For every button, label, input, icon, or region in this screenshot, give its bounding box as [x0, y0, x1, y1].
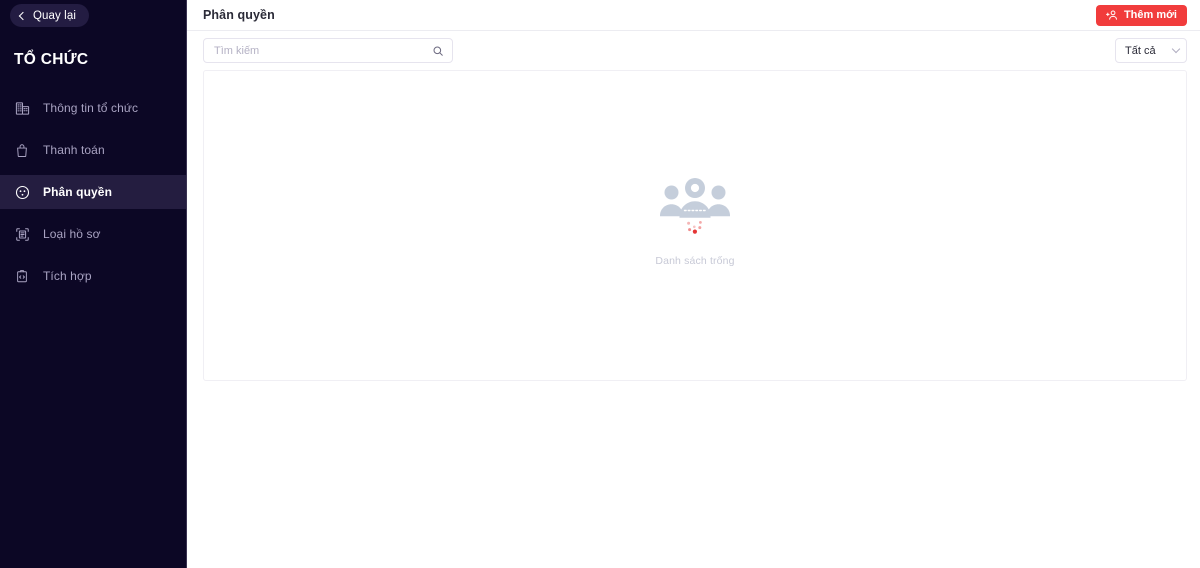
building-icon [14, 100, 30, 116]
toolbar: Tất cả [187, 31, 1200, 70]
back-button[interactable]: Quay lại [10, 4, 89, 27]
add-new-button[interactable]: Thêm mới [1095, 4, 1187, 26]
content-card: Danh sách trống [203, 70, 1187, 381]
sidebar-item-label: Phân quyền [43, 185, 113, 199]
sidebar-item-tich-hop[interactable]: Tích hợp [0, 259, 186, 293]
filter-select[interactable]: Tất cả [1115, 38, 1187, 63]
main-content: Phân quyền Thêm mới Tìm kiếm Tất cả Danh… [187, 0, 1200, 568]
sidebar-item-thanh-toan[interactable]: Thanh toán [0, 133, 186, 167]
empty-people-group-icon [658, 177, 732, 239]
sidebar-nav: Thông tin tổ chức Thanh toán Phân quyền … [0, 91, 186, 293]
page-title: Phân quyền [203, 8, 275, 22]
chevron-down-icon [1171, 44, 1181, 54]
sidebar-item-label: Tích hợp [43, 269, 92, 283]
empty-state: Danh sách trống [655, 177, 735, 267]
document-scan-icon [14, 226, 30, 242]
page-header: Phân quyền Thêm mới [187, 0, 1200, 31]
bag-icon [14, 142, 30, 158]
code-clipboard-icon [14, 268, 30, 284]
filter-select-value: Tất cả [1125, 44, 1156, 57]
search-box[interactable] [203, 38, 453, 63]
permission-face-icon [14, 184, 30, 200]
sidebar-item-label: Loại hồ sơ [43, 227, 101, 241]
sidebar-section-title: TỔ CHỨC [14, 51, 89, 68]
sidebar-item-loai-ho-so[interactable]: Loại hồ sơ [0, 217, 186, 251]
sidebar: Quay lại TỔ CHỨC Thông tin tổ chức Thanh… [0, 0, 187, 568]
add-new-button-label: Thêm mới [1123, 9, 1177, 21]
back-button-label: Quay lại [33, 9, 76, 22]
sidebar-item-label: Thông tin tổ chức [43, 101, 139, 115]
chevron-left-icon [18, 11, 28, 20]
app-root: Quay lại TỔ CHỨC Thông tin tổ chức Thanh… [0, 0, 1200, 568]
search-input[interactable] [214, 44, 432, 57]
sidebar-item-phan-quyen[interactable]: Phân quyền [0, 175, 186, 209]
sidebar-item-thong-tin-to-chuc[interactable]: Thông tin tổ chức [0, 91, 186, 125]
empty-state-message: Danh sách trống [655, 254, 735, 267]
sidebar-item-label: Thanh toán [43, 143, 105, 157]
search-icon[interactable] [432, 45, 444, 57]
add-user-icon [1105, 9, 1118, 21]
